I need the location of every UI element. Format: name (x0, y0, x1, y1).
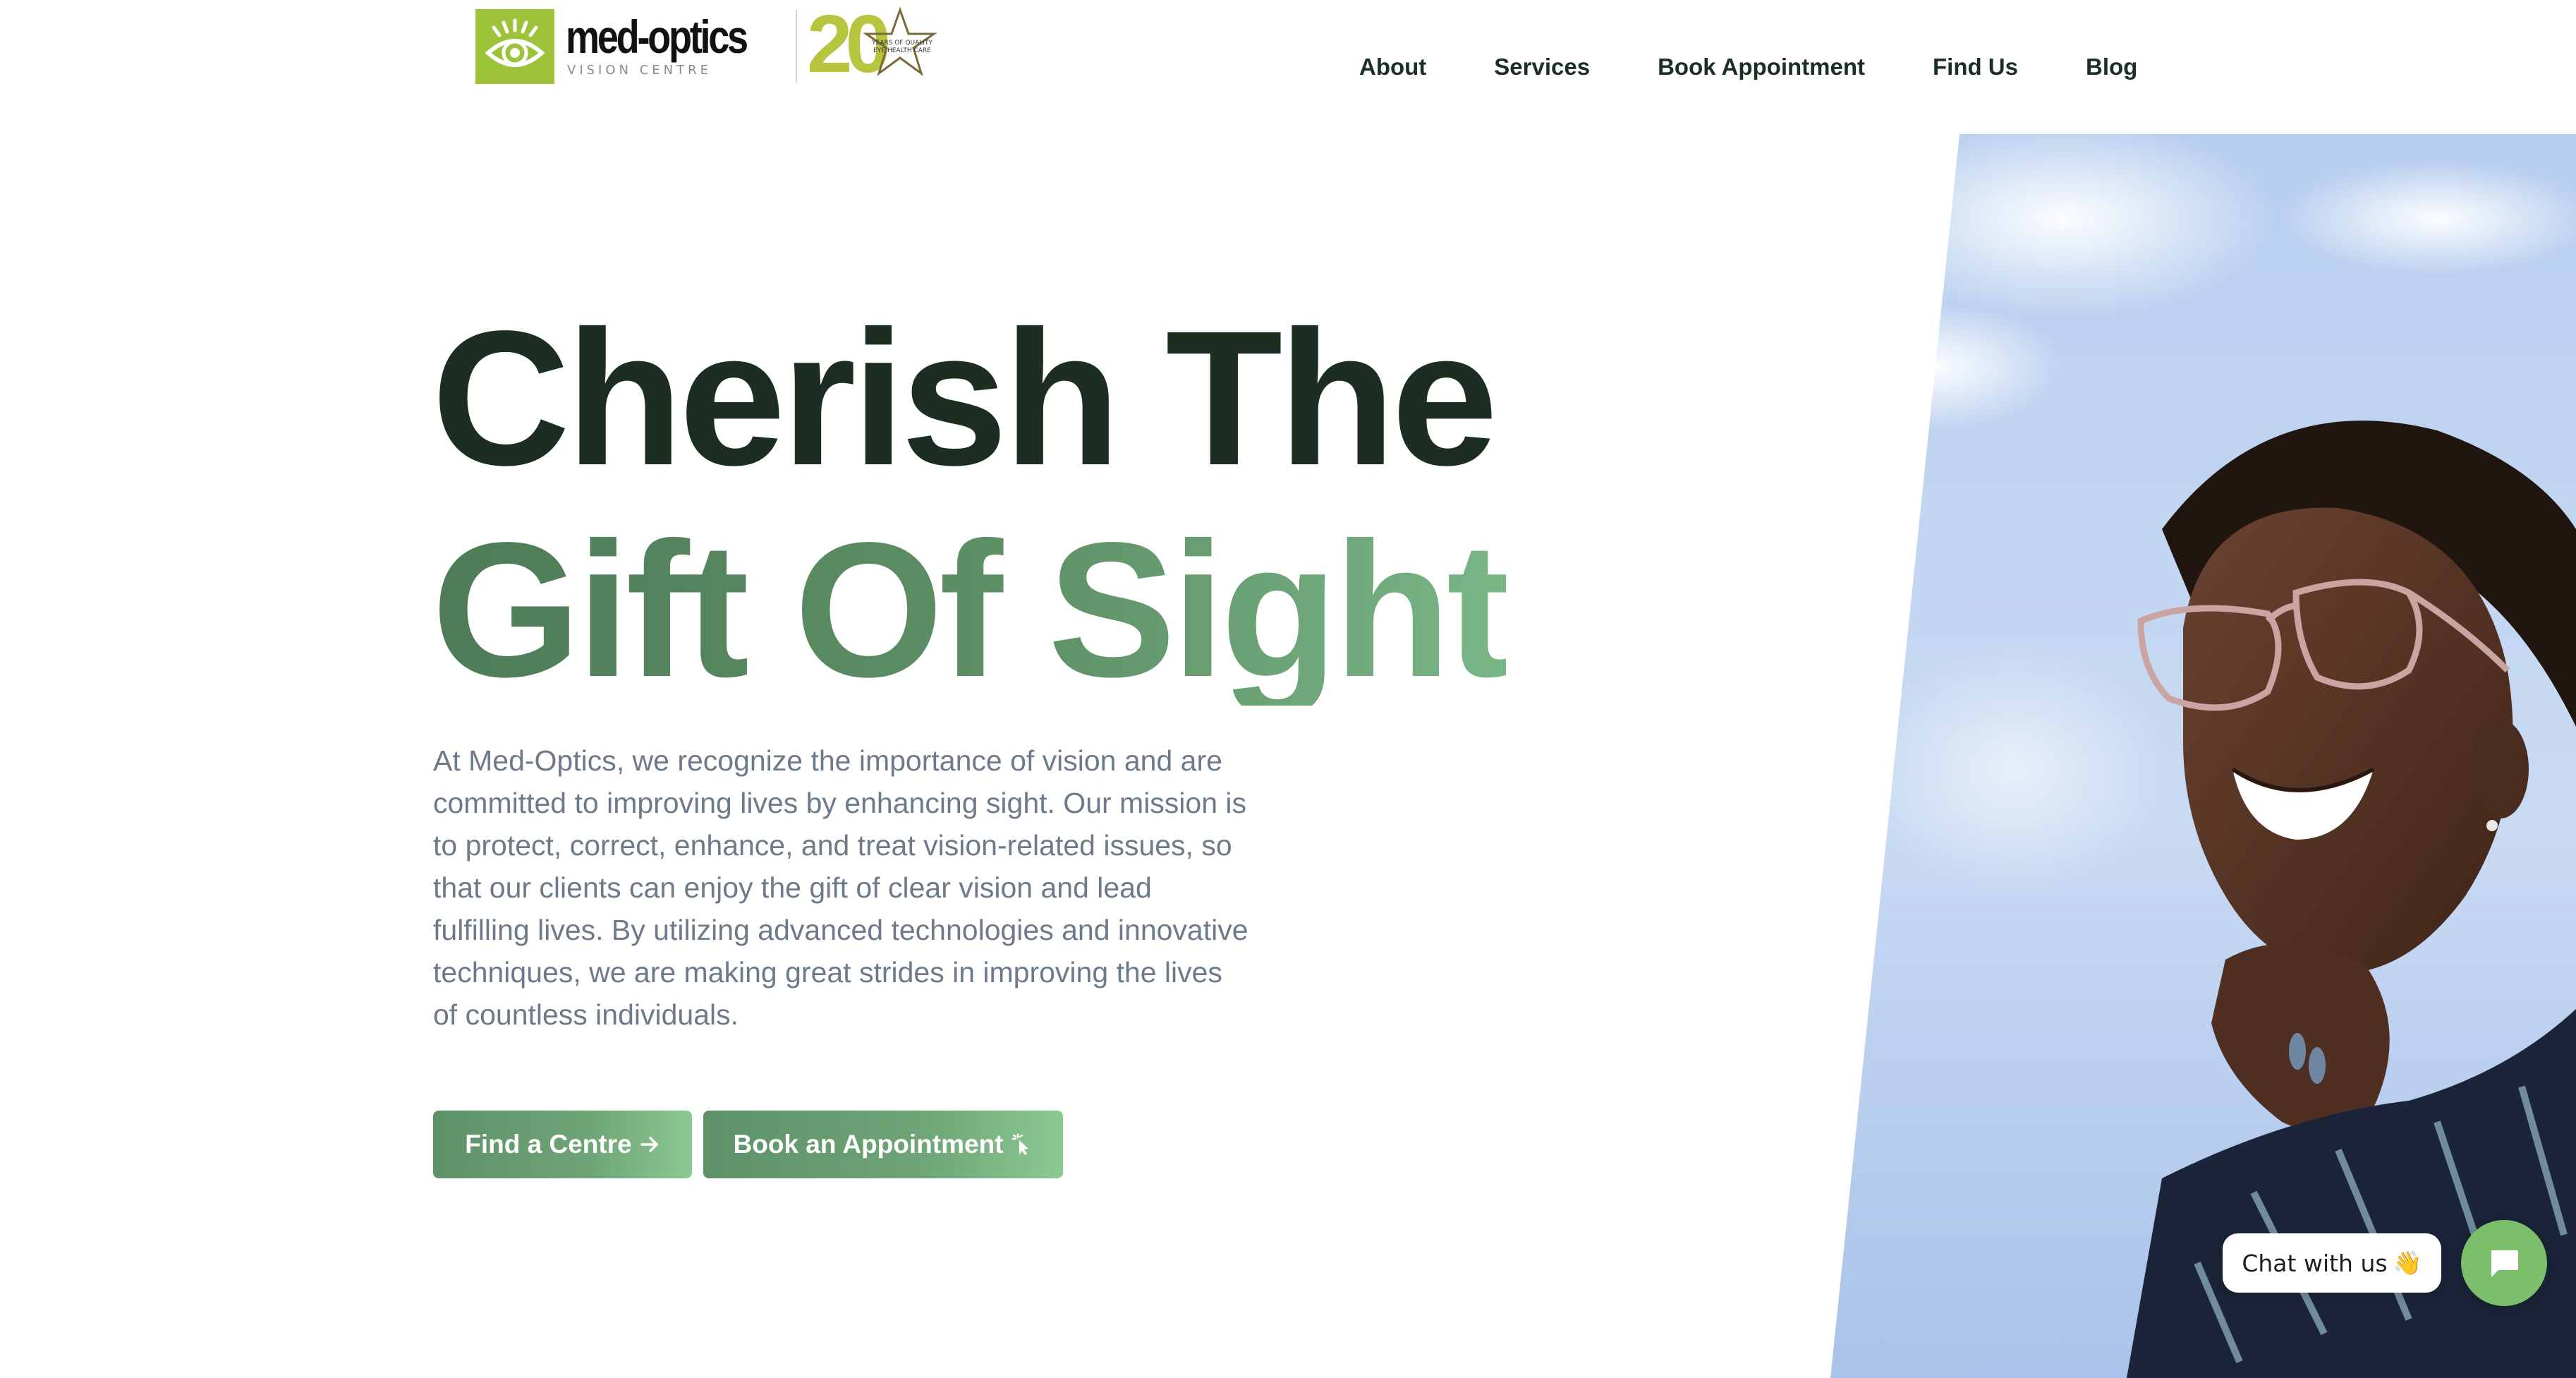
main-nav: About Services Book Appointment Find Us … (1359, 54, 2137, 80)
waving-hand-icon: 👋 (2393, 1249, 2422, 1276)
hero-headline-line2: Gift Of Sight (432, 502, 1510, 717)
pointer-click-icon (1011, 1133, 1033, 1156)
nav-find-us[interactable]: Find Us (1933, 54, 2018, 80)
hero-description: At Med-Optics, we recognize the importan… (433, 744, 1248, 1031)
nav-about[interactable]: About (1359, 54, 1426, 80)
hero-photo (1830, 134, 2576, 1378)
anniversary-badge: 20 YEARS OF QUALITY EYE HEALTH CARE (807, 1, 945, 87)
find-centre-button[interactable]: Find a Centre (433, 1111, 692, 1178)
nav-book-appointment[interactable]: Book Appointment (1658, 54, 1865, 80)
chat-bubble-icon (2491, 1250, 2518, 1277)
anniversary-text: YEARS OF QUALITY EYE HEALTH CARE (872, 40, 932, 54)
book-appointment-button[interactable]: Book an Appointment (703, 1111, 1063, 1178)
logo-divider (796, 9, 798, 83)
chat-prompt[interactable]: Chat with us 👋 (2223, 1233, 2441, 1293)
page: med-optics VISION CENTRE 20 YEARS OF QUA… (0, 0, 2576, 1378)
chat-launcher-button[interactable] (2461, 1220, 2547, 1306)
nav-blog[interactable]: Blog (2086, 54, 2137, 80)
eye-logo-icon (475, 8, 554, 84)
book-appointment-label: Book an Appointment (733, 1130, 1004, 1159)
hero-headline-line1: Cherish The (432, 291, 1498, 505)
brand-name: med-optics (566, 11, 748, 63)
brand-logo[interactable]: med-optics VISION CENTRE 20 YEARS OF QUA… (475, 1, 945, 87)
chat-label: Chat with us (2242, 1249, 2388, 1277)
find-centre-label: Find a Centre (465, 1130, 632, 1159)
arrow-right-icon (639, 1134, 660, 1155)
nav-services[interactable]: Services (1494, 54, 1590, 80)
brand-tagline: VISION CENTRE (567, 63, 712, 78)
